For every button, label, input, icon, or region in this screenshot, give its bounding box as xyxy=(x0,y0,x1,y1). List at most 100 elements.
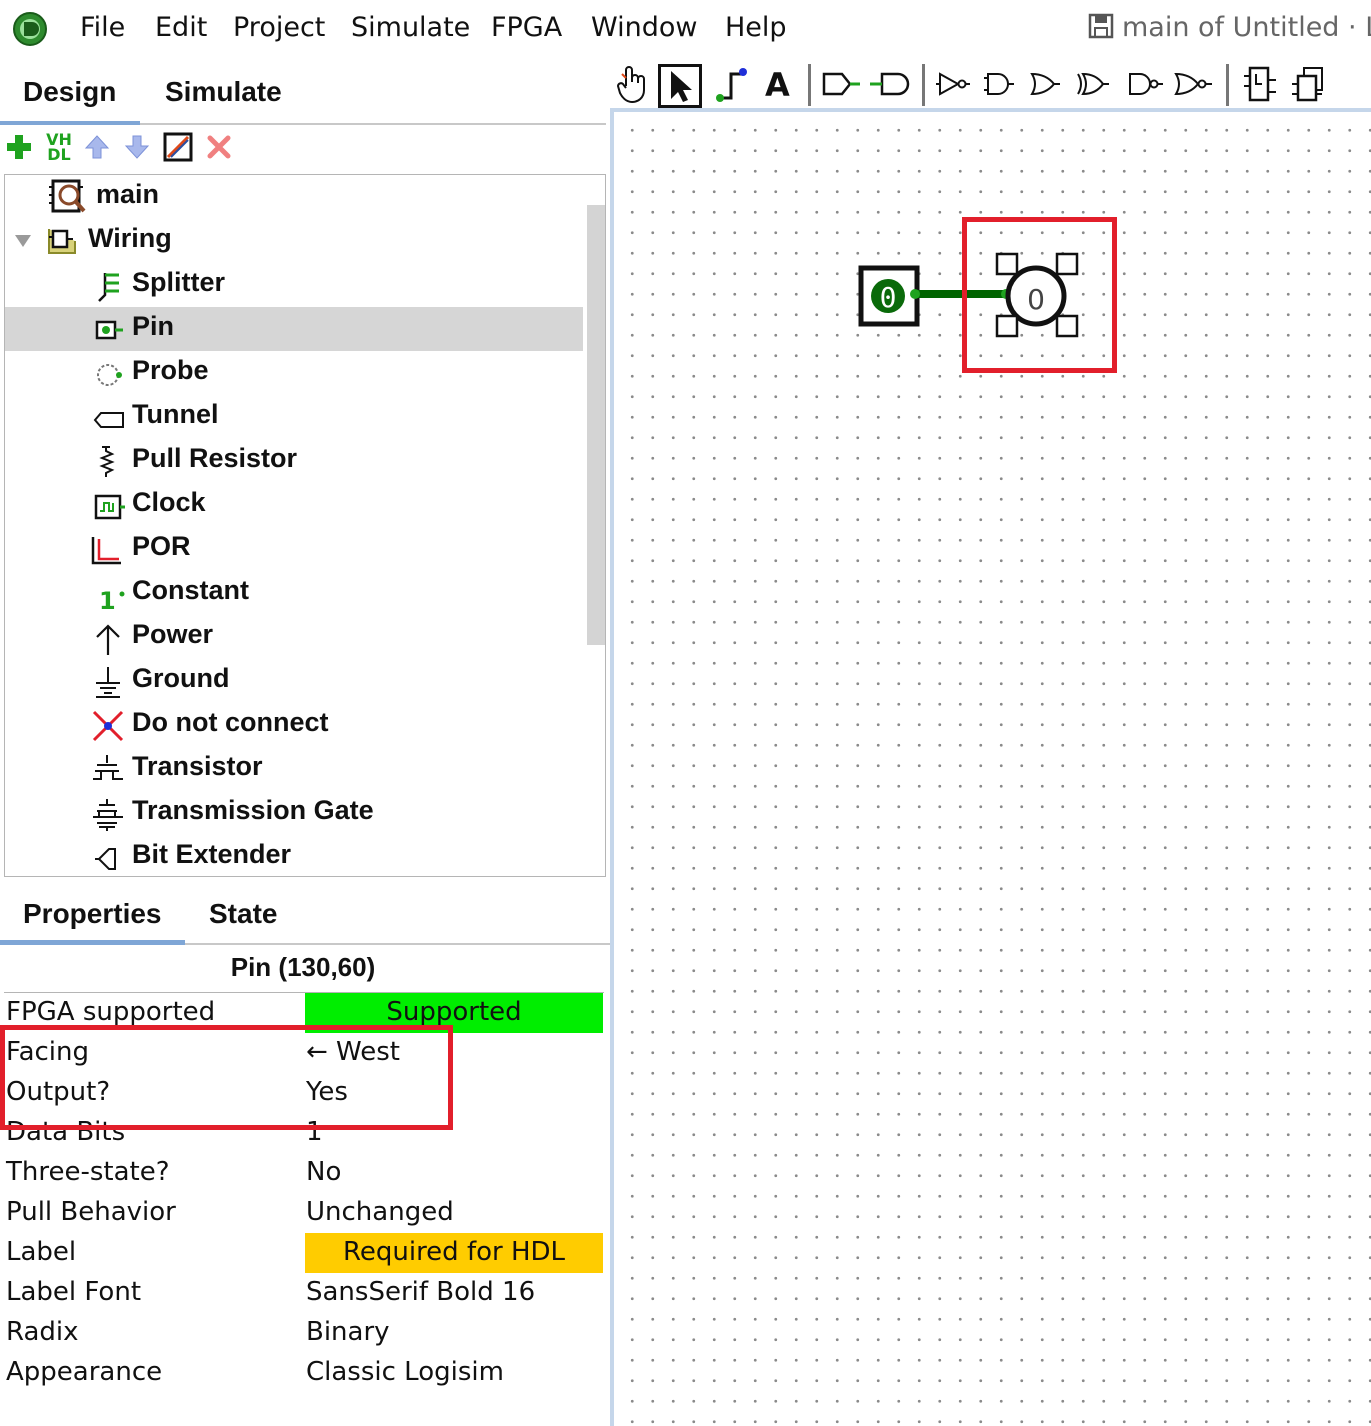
add-subcircuit-button[interactable] xyxy=(1240,64,1280,104)
tree-item-pull-resistor[interactable]: Pull Resistor xyxy=(5,439,583,483)
prop-value-label-required-badge[interactable]: Required for HDL xyxy=(305,1233,603,1273)
add-circuit-button[interactable] xyxy=(2,130,36,164)
prop-row-three-state[interactable]: Three-state? No xyxy=(4,1153,604,1193)
move-up-button[interactable] xyxy=(80,130,114,164)
prop-value-pull-behavior[interactable]: Unchanged xyxy=(306,1197,454,1227)
move-down-button[interactable] xyxy=(120,130,154,164)
delete-circuit-button[interactable] xyxy=(202,130,236,164)
prop-value-radix[interactable]: Binary xyxy=(306,1317,390,1347)
select-tool-button[interactable] xyxy=(658,64,702,108)
input-pin-component[interactable]: 0 xyxy=(858,265,920,327)
menu-fpga[interactable]: FPGA xyxy=(491,12,562,43)
do-not-connect-icon xyxy=(92,710,124,742)
highlight-box-properties xyxy=(0,1025,453,1130)
save-disk-icon xyxy=(1088,13,1114,39)
prop-key: FPGA supported xyxy=(6,997,216,1027)
bit-extender-icon xyxy=(95,848,116,870)
add-output-pin-button[interactable] xyxy=(868,64,910,104)
subcircuit-icon xyxy=(1244,66,1276,102)
tab-properties-underline xyxy=(0,940,185,945)
text-tool-button[interactable]: A xyxy=(762,64,794,104)
prop-key: Radix xyxy=(6,1317,79,1347)
prop-row-pull-behavior[interactable]: Pull Behavior Unchanged xyxy=(4,1193,604,1233)
tree-item-tunnel[interactable]: Tunnel xyxy=(5,395,583,439)
toolbar-separator xyxy=(1226,64,1229,106)
tree-item-label: Clock xyxy=(132,487,206,517)
wire-endpoint-dot xyxy=(910,289,920,299)
ground-icon xyxy=(96,667,120,698)
vhdl-label: VH DL xyxy=(46,130,72,164)
add-not-gate-button[interactable] xyxy=(934,64,972,104)
add-input-pin-button[interactable] xyxy=(820,64,862,104)
tree-item-clock[interactable]: Clock xyxy=(5,483,583,527)
menu-window[interactable]: Window xyxy=(591,12,697,43)
tree-item-constant[interactable]: 1 Constant xyxy=(5,571,583,615)
tree-item-power[interactable]: Power xyxy=(5,615,583,659)
menu-file[interactable]: File xyxy=(80,12,125,43)
tree-item-main[interactable]: main xyxy=(5,175,583,219)
svg-text:1: 1 xyxy=(99,587,116,611)
add-nor-gate-button[interactable] xyxy=(1172,64,1214,104)
not-gate-icon xyxy=(936,72,970,96)
menu-project[interactable]: Project xyxy=(233,12,325,43)
prop-row-appearance[interactable]: Appearance Classic Logisim xyxy=(4,1353,604,1393)
edit-appearance-button[interactable] xyxy=(161,130,195,164)
chevron-down-icon[interactable] xyxy=(13,231,33,251)
menu-simulate[interactable]: Simulate xyxy=(351,12,470,43)
tree-item-probe[interactable]: Probe xyxy=(5,351,583,395)
tree-item-por[interactable]: POR xyxy=(5,527,583,571)
xor-gate-icon xyxy=(1077,72,1109,96)
menu-help[interactable]: Help xyxy=(725,12,787,43)
constant-icon: 1 xyxy=(99,587,125,611)
arrow-up-icon xyxy=(84,135,110,159)
tree-item-bit-extender[interactable]: Bit Extender xyxy=(5,835,583,876)
tree-item-ground[interactable]: Ground xyxy=(5,659,583,703)
power-icon xyxy=(96,624,120,655)
tree-item-label: Constant xyxy=(132,575,249,605)
tree-item-do-not-connect[interactable]: Do not connect xyxy=(5,703,583,747)
input-pin-value: 0 xyxy=(880,281,897,314)
add-or-gate-button[interactable] xyxy=(1028,64,1062,104)
add-library-button[interactable] xyxy=(1290,64,1330,104)
tree-item-label: Bit Extender xyxy=(132,839,292,869)
menu-edit[interactable]: Edit xyxy=(155,12,207,43)
wire-tool-button[interactable] xyxy=(713,64,749,104)
tree-item-label: Transistor xyxy=(132,751,263,781)
toolbar-separator xyxy=(808,64,811,106)
tree-folder-wiring[interactable]: Wiring xyxy=(5,219,583,263)
add-xor-gate-button[interactable] xyxy=(1074,64,1110,104)
menu-bar: File Edit Project Simulate FPGA Window H… xyxy=(0,0,1371,58)
tree-item-label: POR xyxy=(132,531,191,561)
add-vhdl-button[interactable]: VH DL xyxy=(42,130,76,164)
toolbar-separator xyxy=(922,64,925,106)
component-tree[interactable]: main Wiring Splitter Pin Probe Tunnel Pu… xyxy=(4,174,606,877)
prop-row-radix[interactable]: Radix Binary xyxy=(4,1313,604,1353)
poke-tool-button[interactable] xyxy=(614,64,652,104)
tab-properties[interactable]: Properties xyxy=(23,898,162,930)
tree-item-label: Pin xyxy=(132,311,175,341)
tree-scrollbar[interactable] xyxy=(587,205,605,645)
input-pin-icon xyxy=(822,72,860,96)
tree-item-pin[interactable]: Pin xyxy=(5,307,583,351)
tree-item-label: Splitter xyxy=(132,267,226,297)
add-and-gate-button[interactable] xyxy=(982,64,1016,104)
tree-item-transistor[interactable]: Transistor xyxy=(5,747,583,791)
prop-value-three-state[interactable]: No xyxy=(306,1157,341,1187)
tab-simulate[interactable]: Simulate xyxy=(165,76,282,108)
tab-design-underline xyxy=(0,121,140,125)
prop-row-label-font[interactable]: Label Font SansSerif Bold 16 xyxy=(4,1273,604,1313)
prop-value-label-font[interactable]: SansSerif Bold 16 xyxy=(306,1277,535,1307)
tree-item-transmission-gate[interactable]: Transmission Gate xyxy=(5,791,583,835)
prop-row-label[interactable]: Label Required for HDL xyxy=(4,1233,604,1273)
prop-value-appearance[interactable]: Classic Logisim xyxy=(306,1357,504,1387)
tree-item-label: main xyxy=(96,179,160,209)
tunnel-icon xyxy=(93,412,124,428)
or-gate-icon xyxy=(1030,72,1060,96)
highlight-box-canvas xyxy=(962,217,1117,373)
tree-item-splitter[interactable]: Splitter xyxy=(5,263,583,307)
prop-key: Appearance xyxy=(6,1357,163,1387)
transistor-icon xyxy=(93,755,123,780)
tab-state[interactable]: State xyxy=(209,898,277,930)
tab-design[interactable]: Design xyxy=(23,76,116,108)
add-nand-gate-button[interactable] xyxy=(1124,64,1164,104)
